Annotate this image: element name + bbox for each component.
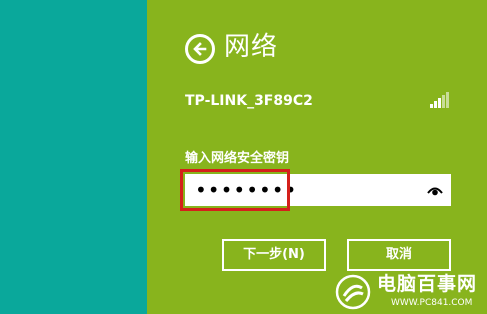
cancel-button[interactable]: 取消: [347, 239, 451, 271]
watermark: 电脑百事网 WWW.PC841.COM: [335, 270, 487, 314]
eye-icon[interactable]: [427, 183, 443, 197]
wifi-signal-icon: [430, 92, 450, 108]
left-strip: [0, 0, 147, 314]
next-button[interactable]: 下一步(N): [222, 239, 326, 271]
watermark-url: WWW.PC841.COM: [391, 298, 473, 308]
security-key-label: 输入网络安全密钥: [185, 151, 290, 166]
brand-logo-icon: [335, 274, 371, 310]
arrow-left-circle-icon: [193, 42, 207, 56]
highlight-box: [180, 169, 290, 211]
watermark-brand: 电脑百事网: [377, 273, 478, 295]
page-title: 网络: [224, 32, 279, 62]
back-button[interactable]: [185, 34, 215, 64]
network-ssid: TP-LINK_3F89C2: [185, 93, 313, 109]
